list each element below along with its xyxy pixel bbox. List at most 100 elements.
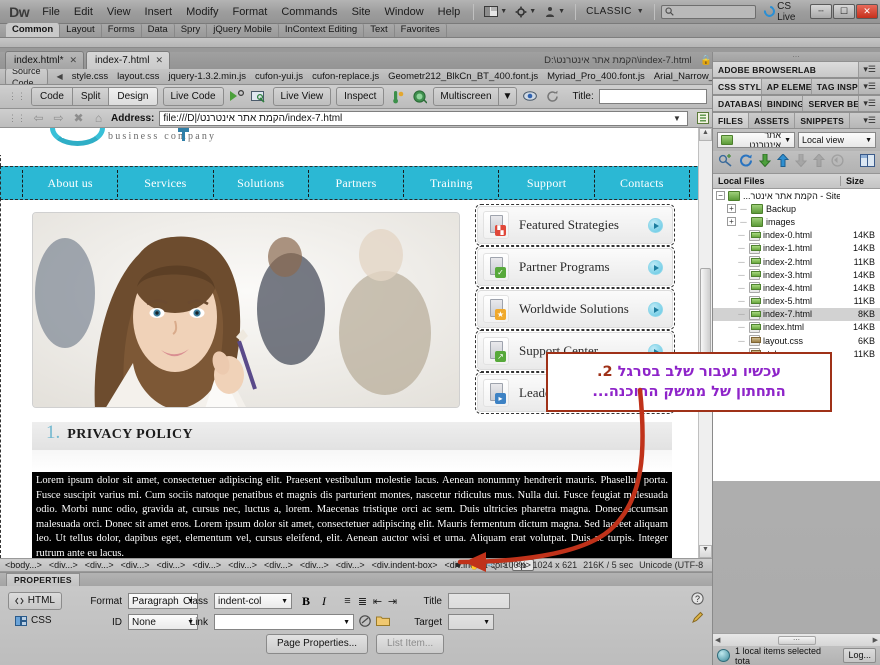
preview-in-browser-icon[interactable]: [411, 89, 428, 105]
cs-live-button[interactable]: CS Live: [761, 1, 810, 23]
menu-item-site[interactable]: Site: [345, 3, 378, 21]
point-to-file-icon[interactable]: [359, 614, 372, 630]
chevron-down-icon[interactable]: ▼: [670, 114, 684, 123]
properties-panel-title[interactable]: PROPERTIES: [6, 573, 80, 586]
unordered-list-icon[interactable]: ≡: [340, 595, 355, 607]
layout-switcher-button[interactable]: ▼: [480, 6, 511, 17]
insert-tab-jquery-mobile[interactable]: jQuery Mobile: [207, 23, 279, 37]
card-arrow-icon[interactable]: [648, 217, 663, 233]
minimize-button[interactable]: ┄: [810, 4, 832, 19]
list-item-selected[interactable]: ─ index-7.html 8KB: [713, 307, 880, 321]
chevron-left-icon[interactable]: ◀: [57, 72, 63, 81]
scroll-up-icon[interactable]: ▲: [699, 128, 712, 141]
log-button[interactable]: Log...: [843, 648, 876, 663]
expand-panel-icon[interactable]: [860, 154, 875, 170]
live-code-button[interactable]: Live Code: [162, 87, 224, 106]
menu-item-insert[interactable]: Insert: [138, 3, 180, 21]
page-title-input[interactable]: [598, 89, 707, 104]
related-file-arial-narrow[interactable]: Arial_Narrow_400.font.js: [654, 71, 712, 82]
file-list[interactable]: − Site - הקמת אתר אינטר... + ─ Backup +: [713, 189, 880, 481]
italic-button[interactable]: I: [322, 594, 326, 609]
nav-item-training[interactable]: Training: [404, 169, 500, 197]
visual-aids-icon[interactable]: [522, 89, 539, 105]
scroll-down-icon[interactable]: ▼: [699, 545, 712, 558]
related-file-layout-css[interactable]: layout.css: [117, 71, 159, 82]
workspace-switcher[interactable]: CLASSIC ▼: [582, 6, 648, 17]
hero-photo[interactable]: [32, 212, 460, 408]
panel-options-icon[interactable]: ▾☰: [859, 113, 880, 128]
related-file-cufon-yui[interactable]: cufon-yui.js: [255, 71, 303, 82]
ordered-list-icon[interactable]: ≣: [355, 595, 370, 608]
menu-item-window[interactable]: Window: [378, 3, 431, 21]
list-item[interactable]: ─ index-3.html 14KB: [713, 268, 880, 281]
tag-div-3[interactable]: <div...>: [119, 560, 152, 570]
address-input[interactable]: file:///D|/הקמת אתר אינטרנט/index-7.html…: [159, 110, 688, 126]
inspect-button[interactable]: Inspect: [336, 87, 385, 106]
live-view-options-icon[interactable]: [251, 89, 268, 105]
list-item[interactable]: ─ index-2.html 11KB: [713, 255, 880, 268]
design-view-canvas[interactable]: business company About us Services Solut…: [0, 128, 712, 558]
list-item[interactable]: + ─ images: [713, 215, 880, 228]
panel-tab-databases[interactable]: DATABASES: [713, 96, 762, 111]
tag-div-9[interactable]: <div...>: [334, 560, 367, 570]
search-input[interactable]: [660, 4, 756, 19]
live-view-button[interactable]: Live View: [272, 87, 332, 106]
tag-div-6[interactable]: <div...>: [226, 560, 259, 570]
card-arrow-icon[interactable]: [648, 301, 663, 317]
close-icon[interactable]: ✕: [69, 54, 77, 67]
expander-icon[interactable]: −: [716, 191, 725, 201]
code-view-button[interactable]: Code: [32, 88, 73, 105]
nav-item-partners[interactable]: Partners: [309, 169, 405, 197]
menu-item-commands[interactable]: Commands: [274, 3, 344, 21]
selected-paragraph[interactable]: Lorem ipsum dolor sit amet, consectetuer…: [32, 472, 672, 558]
list-item[interactable]: ─ index-5.html 11KB: [713, 295, 880, 308]
menu-item-modify[interactable]: Modify: [179, 3, 225, 21]
tag-div-1[interactable]: <div...>: [47, 560, 80, 570]
list-item[interactable]: ▚ Featured Strategies: [475, 204, 675, 246]
insert-tab-spry[interactable]: Spry: [175, 23, 208, 37]
browse-folder-icon[interactable]: [376, 615, 390, 629]
panel-tab-tag-inspector[interactable]: TAG INSPEC: [812, 79, 860, 94]
panel-tab-files[interactable]: FILES: [713, 113, 750, 128]
target-select[interactable]: ▼: [448, 614, 494, 630]
list-item[interactable]: + ─ Backup: [713, 202, 880, 215]
canvas-scrollbar[interactable]: ▲ ▼: [698, 128, 712, 558]
site-management-button[interactable]: ▼: [540, 6, 569, 18]
outdent-icon[interactable]: ⇤: [370, 595, 385, 608]
files-horizontal-scrollbar[interactable]: ◀ ⋯ ▶: [713, 633, 880, 646]
list-item[interactable]: ─ index.html 14KB: [713, 321, 880, 334]
insert-tab-forms[interactable]: Forms: [102, 23, 142, 37]
list-item[interactable]: ★ Worldwide Solutions: [475, 288, 675, 330]
quick-tag-editor-icon[interactable]: [691, 611, 704, 627]
tag-body[interactable]: <body...>: [3, 560, 44, 570]
menu-item-help[interactable]: Help: [431, 3, 468, 21]
list-item[interactable]: − Site - הקמת אתר אינטר...: [713, 189, 880, 202]
tag-div-7[interactable]: <div...>: [262, 560, 295, 570]
panel-tab-adobe-browserlab[interactable]: ADOBE BROWSERLAB: [713, 62, 860, 77]
insert-tab-layout[interactable]: Layout: [60, 23, 102, 37]
panel-options-icon[interactable]: ▾☰: [859, 79, 880, 94]
site-select[interactable]: אתר אינטרנט ▼: [717, 132, 795, 148]
list-item[interactable]: ─ index-1.html 14KB: [713, 242, 880, 255]
list-item[interactable]: ─ layout.css 6KB: [713, 334, 880, 347]
select-tool-icon[interactable]: ☛: [455, 560, 463, 571]
panel-tab-assets[interactable]: ASSETS: [749, 113, 796, 128]
refresh-icon[interactable]: [739, 154, 753, 170]
title-attr-input[interactable]: [448, 593, 510, 609]
scroll-right-icon[interactable]: ▶: [873, 636, 878, 644]
view-select[interactable]: Local view ▼: [798, 132, 876, 148]
panel-options-icon[interactable]: ▾☰: [859, 62, 880, 77]
stop-icon[interactable]: ✖: [71, 111, 86, 125]
close-button[interactable]: ✕: [856, 4, 878, 19]
zoom-tool-icon[interactable]: 🔍: [486, 560, 497, 571]
nav-item-solutions[interactable]: Solutions: [214, 169, 309, 197]
expander-icon[interactable]: +: [727, 204, 736, 214]
zoom-level[interactable]: 100%: [504, 560, 527, 570]
nav-item-contacts[interactable]: Contacts: [595, 169, 690, 197]
nav-item-support[interactable]: Support: [499, 169, 595, 197]
tag-div-indent-box[interactable]: <div.indent-box>: [370, 560, 440, 570]
dock-grip[interactable]: ⋯: [713, 52, 880, 61]
source-code-button[interactable]: Source Code: [5, 69, 48, 84]
close-icon[interactable]: ✕: [155, 54, 163, 67]
connect-to-remote-icon[interactable]: [718, 154, 733, 170]
